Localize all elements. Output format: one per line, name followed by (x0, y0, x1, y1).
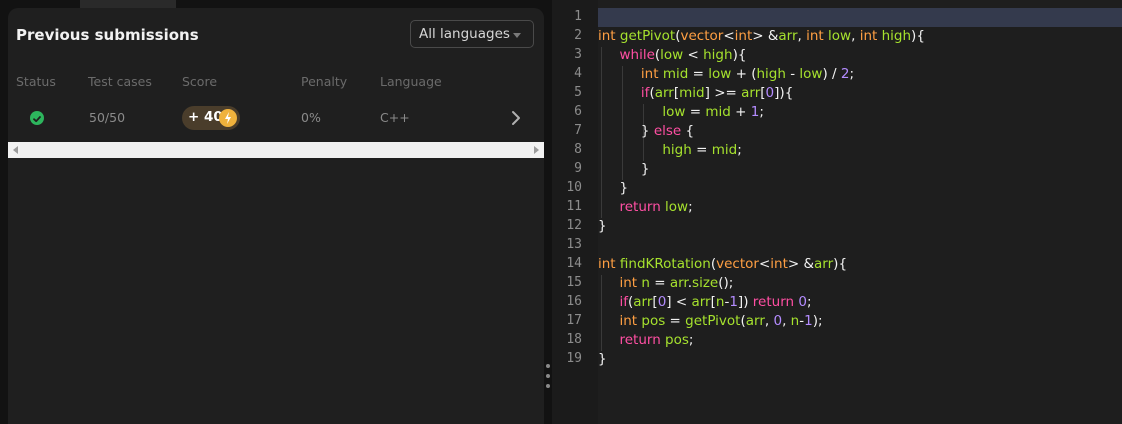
score-badge: + 40 (182, 106, 240, 130)
line-number: 9 (574, 161, 582, 176)
test-cases-value: 50/50 (89, 110, 126, 125)
line-number: 18 (566, 332, 582, 347)
lightning-bolt-icon (219, 109, 237, 127)
code-line[interactable]: } else { (598, 123, 694, 139)
horizontal-scrollbar[interactable] (8, 142, 544, 158)
chevron-right-icon[interactable] (510, 110, 522, 130)
line-number: 13 (566, 237, 582, 252)
column-header-penalty: Penalty (301, 74, 348, 89)
line-number: 16 (566, 294, 582, 309)
code-line[interactable]: while(low < high){ (598, 47, 746, 63)
code-line[interactable]: } (598, 351, 607, 367)
code-line[interactable]: int pos = getPivot(arr, 0, n-1); (598, 313, 822, 329)
line-number: 2 (574, 28, 582, 43)
top-tab-indicator (80, 0, 176, 8)
submissions-panel: Previous submissions All languages Statu… (8, 8, 544, 424)
code-line[interactable]: if(arr[mid] >= arr[0]){ (598, 85, 793, 101)
column-header-language: Language (380, 74, 442, 89)
line-number-gutter: 1 2 3 4 5 6 7 8 9 10 11 12 13 14 15 16 1… (552, 0, 598, 424)
language-value: C++ (380, 110, 410, 125)
code-line[interactable]: if(arr[0] < arr[n-1]) return 0; (598, 294, 811, 310)
score-value: + 40 (188, 109, 223, 125)
code-line[interactable]: int n = arr.size(); (598, 275, 733, 291)
column-header-status: Status (16, 74, 56, 89)
code-line[interactable]: int mid = low + (high - low) / 2; (598, 66, 854, 82)
language-filter-value: All languages (419, 26, 510, 42)
code-editor[interactable]: 1 2 3 4 5 6 7 8 9 10 11 12 13 14 15 16 1… (552, 0, 1122, 424)
code-line[interactable]: int findKRotation(vector<int> &arr){ (598, 256, 847, 272)
code-line[interactable]: } (598, 161, 650, 177)
code-line[interactable]: int getPivot(vector<int> &arr, int low, … (598, 28, 925, 44)
scroll-left-arrow-icon[interactable] (13, 146, 18, 154)
penalty-value: 0% (301, 110, 321, 125)
column-header-score: Score (182, 74, 218, 89)
code-line[interactable]: } (598, 218, 607, 234)
check-circle-icon (30, 111, 44, 125)
line-number: 19 (566, 351, 582, 366)
line-number: 1 (574, 9, 582, 24)
chevron-down-icon (513, 33, 521, 38)
line-number: 11 (566, 199, 582, 214)
drag-handle-icon[interactable] (545, 364, 551, 396)
line-number: 6 (574, 104, 582, 119)
line-number: 8 (574, 142, 582, 157)
code-line[interactable]: } (598, 180, 628, 196)
line-number: 14 (566, 256, 582, 271)
language-filter-select[interactable]: All languages (410, 20, 534, 48)
line-number: 17 (566, 313, 582, 328)
panel-title: Previous submissions (16, 26, 199, 44)
code-line[interactable]: high = mid; (598, 142, 741, 158)
line-number: 15 (566, 275, 582, 290)
line-number: 5 (574, 85, 582, 100)
code-line[interactable]: low = mid + 1; (598, 104, 764, 120)
line-number: 10 (566, 180, 582, 195)
code-line[interactable]: return pos; (598, 332, 693, 348)
scroll-right-arrow-icon[interactable] (534, 146, 539, 154)
line-number: 12 (566, 218, 582, 233)
active-line-highlight (598, 8, 1122, 27)
column-header-test-cases: Test cases (88, 74, 152, 89)
code-line[interactable]: return low; (598, 199, 692, 215)
code-area[interactable]: int getPivot(vector<int> &arr, int low, … (598, 0, 1122, 424)
line-number: 3 (574, 47, 582, 62)
line-number: 4 (574, 66, 582, 81)
line-number: 7 (574, 123, 582, 138)
